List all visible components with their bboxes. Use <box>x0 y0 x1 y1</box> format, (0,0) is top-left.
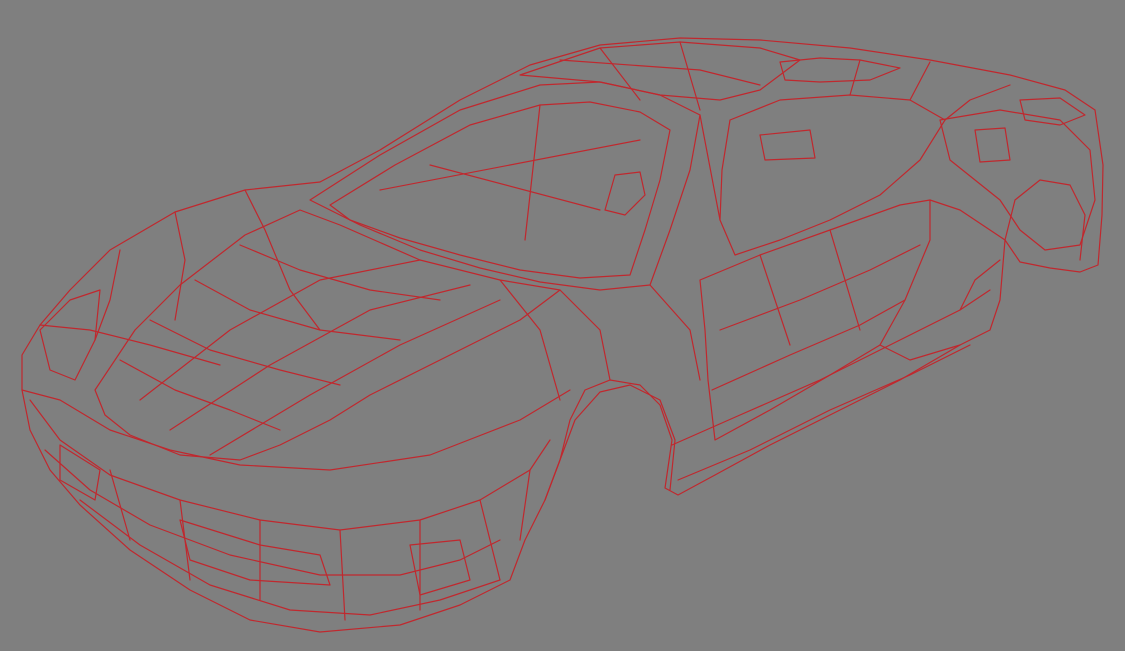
viewport-background <box>0 0 1125 651</box>
wireframe-viewport[interactable] <box>0 0 1125 651</box>
car-body-wireframe-canvas <box>0 0 1125 651</box>
